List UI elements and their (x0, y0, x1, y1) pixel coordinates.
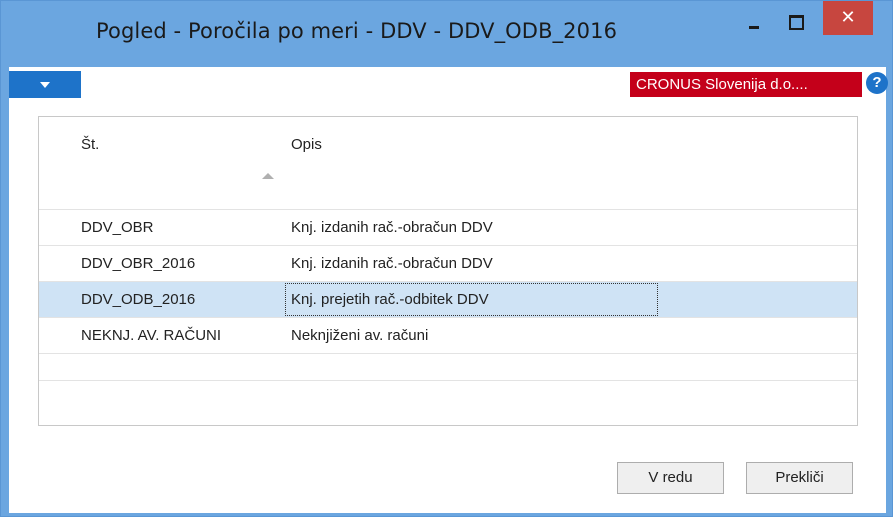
dialog-window: Pogled - Poročila po meri - DDV - DDV_OD… (0, 0, 893, 517)
cell-opis: Knj. izdanih rač.-obračun DDV (291, 255, 493, 272)
cell-st: DDV_OBR_2016 (81, 255, 196, 272)
application-menu-button[interactable] (9, 71, 81, 98)
title-bar[interactable]: Pogled - Poročila po meri - DDV - DDV_OD… (1, 1, 892, 67)
close-button[interactable]: ✕ (823, 1, 873, 35)
help-icon[interactable]: ? (866, 72, 888, 94)
maximize-icon[interactable] (780, 9, 810, 33)
dialog-client-area: CRONUS Slovenija d.o.... ? Št. Opis DDV_… (9, 67, 888, 513)
company-badge[interactable]: CRONUS Slovenija d.o.... (630, 72, 862, 97)
table-row-selected[interactable]: DDV_ODB_2016 Knj. prejetih rač.-odbitek … (39, 281, 857, 317)
column-header-st[interactable]: Št. (81, 136, 99, 153)
window-title: Pogled - Poročila po meri - DDV - DDV_OD… (96, 19, 618, 43)
ok-button[interactable]: V redu (617, 462, 724, 494)
cell-st: NEKNJ. AV. RAČUNI (81, 327, 222, 344)
cell-st: DDV_ODB_2016 (81, 291, 196, 308)
cell-st: DDV_OBR (81, 219, 154, 236)
action-bar: CRONUS Slovenija d.o.... ? (9, 67, 888, 99)
minimize-icon[interactable] (740, 13, 768, 35)
table-row[interactable]: DDV_OBR Knj. izdanih rač.-obračun DDV (39, 209, 857, 245)
table-row[interactable]: DDV_OBR_2016 Knj. izdanih rač.-obračun D… (39, 245, 857, 281)
list-header: Št. Opis (39, 117, 857, 208)
sort-ascending-icon (262, 173, 274, 179)
cell-opis: Neknjiženi av. računi (291, 327, 429, 344)
empty-row[interactable] (39, 353, 857, 380)
cancel-button[interactable]: Prekliči (746, 462, 853, 494)
views-list: Št. Opis DDV_OBR Knj. izdanih rač.-obrač… (38, 116, 858, 426)
list-rows: DDV_OBR Knj. izdanih rač.-obračun DDV DD… (39, 209, 857, 407)
empty-row[interactable] (39, 380, 857, 407)
cell-opis: Knj. prejetih rač.-odbitek DDV (291, 291, 489, 308)
cell-opis: Knj. izdanih rač.-obračun DDV (291, 219, 493, 236)
column-header-opis[interactable]: Opis (291, 136, 322, 153)
table-row[interactable]: NEKNJ. AV. RAČUNI Neknjiženi av. računi (39, 317, 857, 353)
